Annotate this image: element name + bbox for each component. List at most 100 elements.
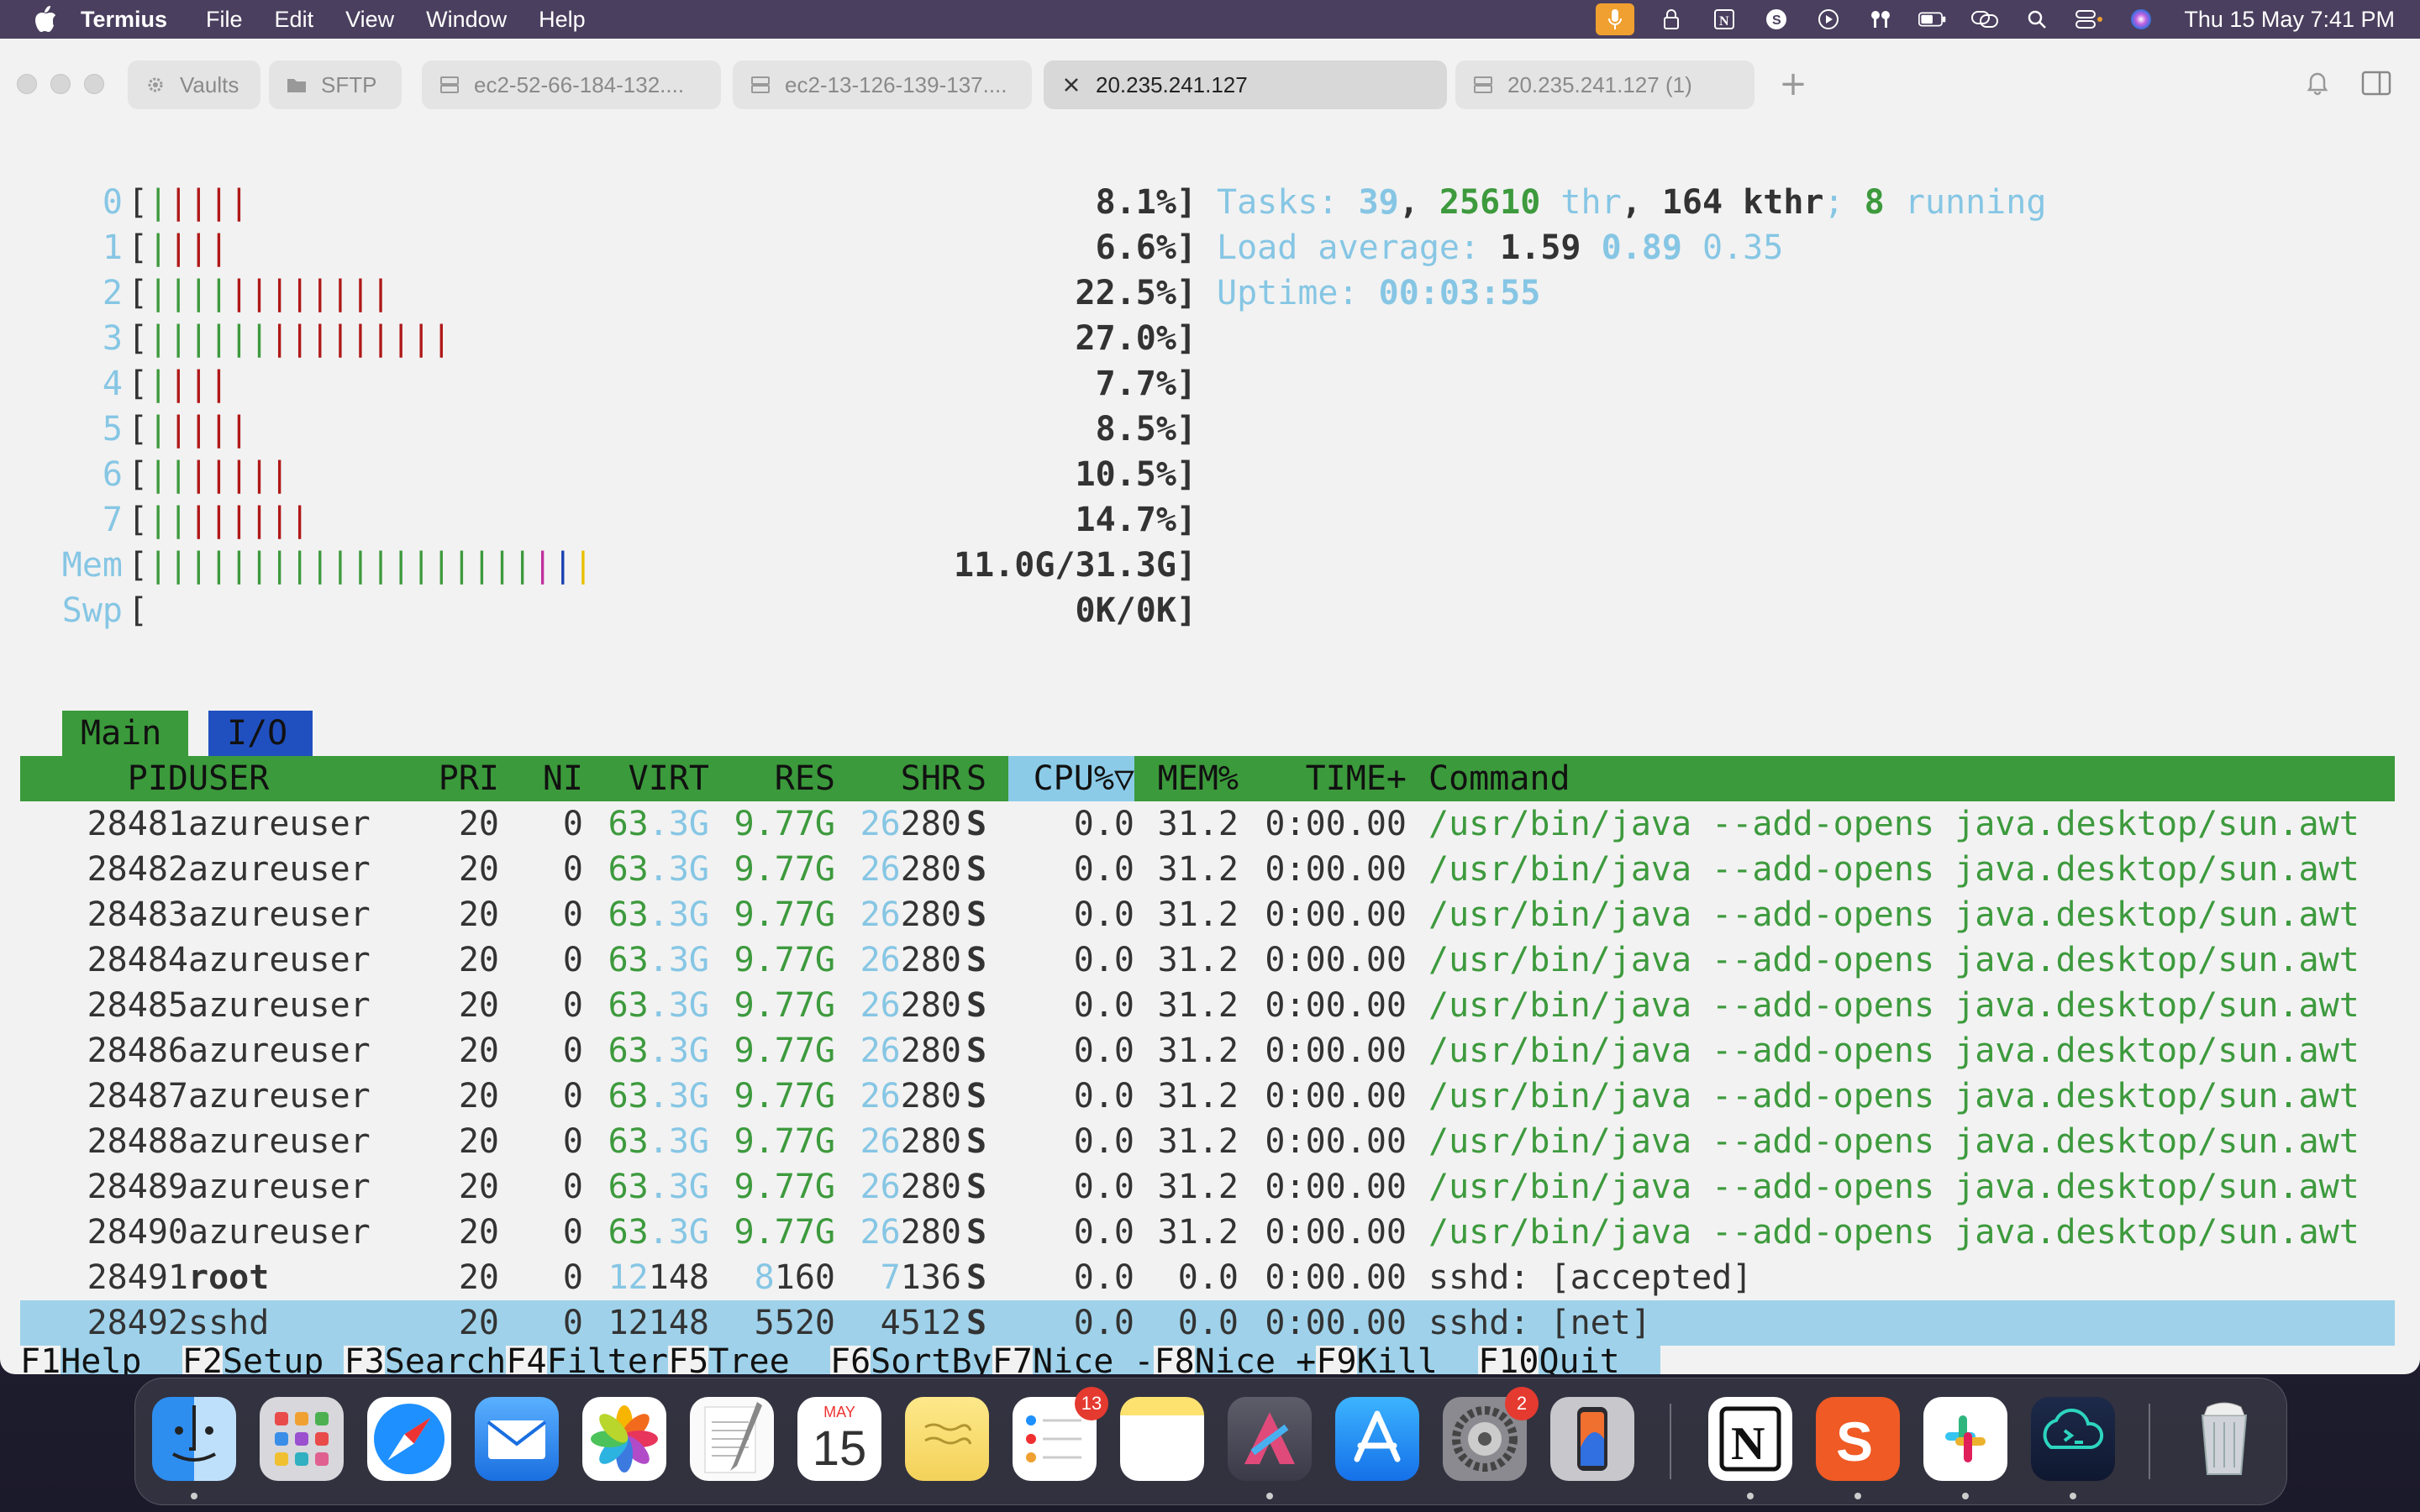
control-center-icon[interactable] [2075,7,2103,32]
table-row[interactable]: 28485 azureuser 20 0 63.3G 9.77G 26280 S 0.0 31.2… [20,983,2395,1028]
menu-window[interactable]: Window [426,7,507,33]
notes-icon[interactable] [1120,1397,1204,1481]
tab-vaults[interactable]: Vaults [128,60,260,109]
bell-icon[interactable] [2304,69,2334,99]
table-row[interactable]: 28484 azureuser 20 0 63.3G 9.77G 26280 S 0.0 31.2… [20,937,2395,983]
calendar-icon[interactable]: MAY 15 [797,1397,881,1481]
sidebar-toggle-icon[interactable] [2361,71,2393,97]
termius-icon[interactable] [2031,1397,2115,1481]
col-pri[interactable]: PRI [415,756,499,801]
cell-state: S [966,941,987,979]
calendar-month: MAY [823,1404,855,1420]
airpods-icon[interactable] [1866,7,1895,32]
col-time[interactable]: TIME+ [1239,756,1407,801]
siri-icon[interactable] [2127,7,2155,32]
table-row[interactable]: 28482 azureuser 20 0 63.3G 9.77G 26280 S 0.0 31.2… [20,847,2395,892]
safari-icon[interactable] [367,1397,451,1481]
col-pid[interactable]: PID [62,756,188,801]
col-shr[interactable]: SHR [835,756,961,801]
reminders-icon[interactable]: 13 [1013,1387,1108,1481]
col-ni[interactable]: NI [499,756,583,801]
cell-virt: 63.3G [608,1032,709,1070]
fkey-kill[interactable]: F9Kill [1316,1339,1479,1374]
mail-icon[interactable] [475,1397,559,1481]
menu-view[interactable]: View [345,7,394,33]
close-window-button[interactable] [17,74,37,94]
tab-host-duplicate[interactable]: 20.235.241.127 (1) [1455,60,1754,109]
new-tab-plus-icon[interactable]: + [1776,67,1810,101]
cell-virt: 63.3G [608,895,709,934]
play-circle-icon[interactable] [1814,7,1843,32]
stickies-icon[interactable] [905,1397,989,1481]
fkey-nice[interactable]: F7Nice - [992,1339,1155,1374]
clock[interactable]: Thu 15 May 7:41 PM [2184,7,2395,33]
tab-host-ec2-13[interactable]: ec2-13-126-139-137.... [733,60,1032,109]
tab-active-host[interactable]: 20.235.241.127 [1044,60,1447,109]
tab-main[interactable]: Main [62,711,188,756]
fkey-filter[interactable]: F4Filter [506,1339,669,1374]
terminal[interactable]: 0 [||||| 8.1%] 1 [|||| 6.6%] 2 [|||||||||||| 22.… [20,180,2398,1374]
cell-command: /usr/bin/java --add-opens java.desktop/s… [1428,850,2360,889]
tab-sftp[interactable]: SFTP [269,60,402,109]
col-state[interactable]: S [966,756,986,801]
cell-command: /usr/bin/java --add-opens java.desktop/s… [1428,1213,2360,1252]
screen-mirroring-icon[interactable] [1970,7,1999,32]
launchpad-icon[interactable] [260,1397,344,1481]
trash-icon[interactable] [2182,1397,2266,1481]
zoom-window-button[interactable] [84,74,104,94]
table-row[interactable]: 28486 azureuser 20 0 63.3G 9.77G 26280 S 0.0 31.2… [20,1028,2395,1074]
close-tab-icon[interactable] [1060,74,1082,96]
slack-icon[interactable] [1923,1397,2007,1481]
col-mem[interactable]: MEM% [1134,756,1239,801]
menu-file[interactable]: File [206,7,243,33]
cell-pid: 28491 [87,1258,188,1297]
fkey-sortby[interactable]: F6SortBy [830,1339,992,1374]
table-row[interactable]: 28491 root 20 0 12148 8160 7136 S 0.0 0.0 0:00.00 s… [20,1255,2395,1300]
apple-icon[interactable] [30,4,60,34]
table-row[interactable]: 28487 azureuser 20 0 63.3G 9.77G 26280 S 0.0 31.2… [20,1074,2395,1119]
notion-menu-icon[interactable]: N [1710,7,1739,32]
iphone-mirroring-icon[interactable] [1550,1397,1634,1481]
col-command[interactable]: Command [1428,756,1570,801]
textedit-icon[interactable] [690,1397,774,1481]
photos-icon[interactable] [582,1397,666,1481]
col-user[interactable]: USER [188,756,269,801]
table-row[interactable]: 28490 azureuser 20 0 63.3G 9.77G 26280 S 0.0 31.2… [20,1210,2395,1255]
table-row[interactable]: 28488 azureuser 20 0 63.3G 9.77G 26280 S 0.0 31.2… [20,1119,2395,1164]
finder-icon[interactable] [152,1397,236,1481]
table-row[interactable]: 28489 azureuser 20 0 63.3G 9.77G 26280 S 0.0 31.2… [20,1164,2395,1210]
tab-io[interactable]: I/O [208,711,313,756]
sublime-s-icon[interactable]: S [1816,1397,1900,1481]
affinity-icon[interactable] [1228,1397,1312,1481]
table-row[interactable]: 28483 azureuser 20 0 63.3G 9.77G 26280 S 0.0 31.2… [20,892,2395,937]
skype-menu-icon[interactable]: S [1762,7,1791,32]
fkey-setup[interactable]: F2Setup [182,1339,345,1374]
app-menu[interactable]: Termius [81,7,167,33]
minimize-window-button[interactable] [50,74,71,94]
lock-person-icon[interactable] [1658,7,1686,32]
cell-pri: 20 [458,1077,499,1116]
menu-edit[interactable]: Edit [275,7,314,33]
fkey-quit[interactable]: F10Quit [1478,1339,1660,1374]
cell-command: /usr/bin/java --add-opens java.desktop/s… [1428,1032,2360,1070]
menu-help[interactable]: Help [539,7,586,33]
cell-mem: 31.2 [1157,805,1239,843]
fkey-search[interactable]: F3Search [345,1339,507,1374]
notion-icon[interactable]: N [1708,1397,1792,1481]
microphone-icon[interactable] [1596,3,1635,35]
app-store-icon[interactable] [1335,1397,1419,1481]
fkey-help[interactable]: F1Help [20,1339,182,1374]
col-cpu[interactable]: CPU%▽ [1008,756,1134,801]
col-res[interactable]: RES [709,756,835,801]
battery-icon[interactable] [1918,7,1947,32]
system-settings-icon[interactable]: 2 [1443,1387,1539,1481]
cell-res: 9.77G [734,805,835,843]
fkey-nice[interactable]: F8Nice + [1155,1339,1317,1374]
fkey-tree[interactable]: F5Tree [668,1339,830,1374]
col-virt[interactable]: VIRT [583,756,709,801]
cpu-meter-row: 0 [||||| 8.1%] [20,180,1197,225]
table-row[interactable]: 28481 azureuser 20 0 63.3G 9.77G 26280 S 0.0 31.2… [20,801,2395,847]
cell-user: azureuser [188,986,371,1025]
tab-host-ec2-52[interactable]: ec2-52-66-184-132.... [422,60,721,109]
search-icon[interactable] [2023,7,2051,32]
